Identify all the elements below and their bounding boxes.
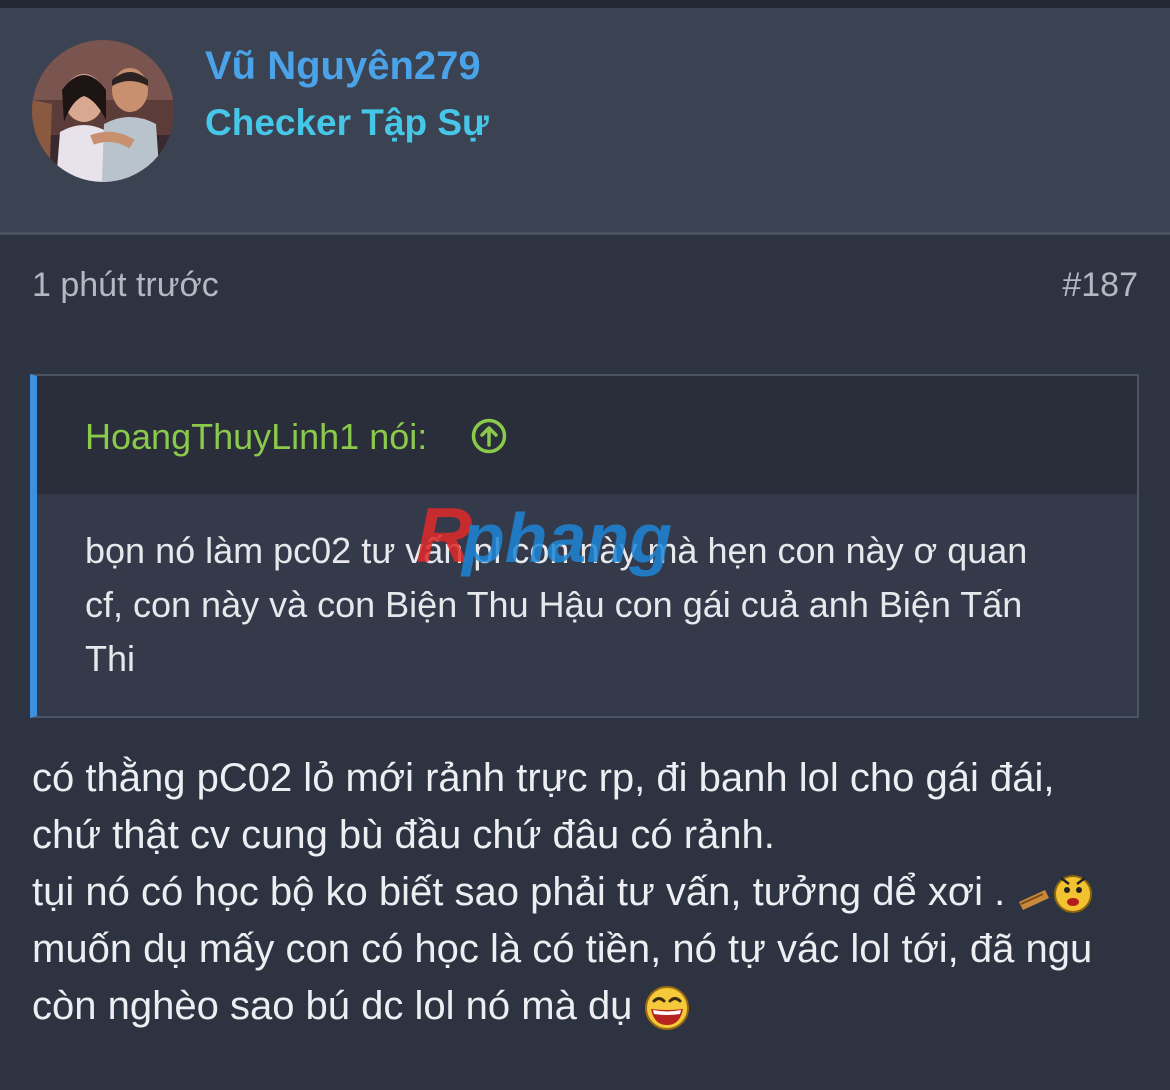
avatar-photo [32, 40, 174, 182]
message-line-with-emoji: còn nghèo sao bú dc lol nó mà dụ [32, 978, 1142, 1035]
message-text: còn nghèo sao bú dc lol nó mà dụ [32, 984, 633, 1028]
message-text: tụi nó có học bộ ko biết sao phải tư vấn… [32, 870, 1006, 914]
quote-header[interactable]: HoangThuyLinh1 nói: [37, 376, 1137, 494]
svg-text:phang: phang [460, 500, 672, 577]
quote-author[interactable]: HoangThuyLinh1 nói: [85, 416, 427, 458]
watermark-logo: R phang [416, 500, 672, 579]
laughing-emoji-icon [645, 986, 690, 1031]
post-number[interactable]: #187 [1062, 266, 1138, 305]
top-strip [0, 0, 1170, 8]
message-line: chứ thật cv cung bù đầu chứ đâu có rảnh. [32, 813, 775, 857]
user-card: Vũ Nguyên279 Checker Tập Sự [0, 8, 1170, 235]
message-line-with-emoji: tụi nó có học bộ ko biết sao phải tư vấn… [32, 864, 1142, 921]
quote-line: Thi [85, 638, 136, 679]
angry-emoji-icon [1019, 875, 1093, 914]
avatar[interactable] [32, 40, 174, 182]
username[interactable]: Vũ Nguyên279 [205, 44, 481, 89]
message-line: muốn dụ mấy con có học là có tiền, nó tự… [32, 927, 1093, 971]
message-line: có thằng pC02 lỏ mới rảnh trực rp, đi ba… [32, 756, 1055, 800]
message-body: có thằng pC02 lỏ mới rảnh trực rp, đi ba… [32, 750, 1142, 1035]
arrow-up-circle-icon[interactable] [471, 418, 507, 454]
user-title: Checker Tập Sự [205, 102, 489, 143]
post-time[interactable]: 1 phút trước [32, 266, 219, 305]
